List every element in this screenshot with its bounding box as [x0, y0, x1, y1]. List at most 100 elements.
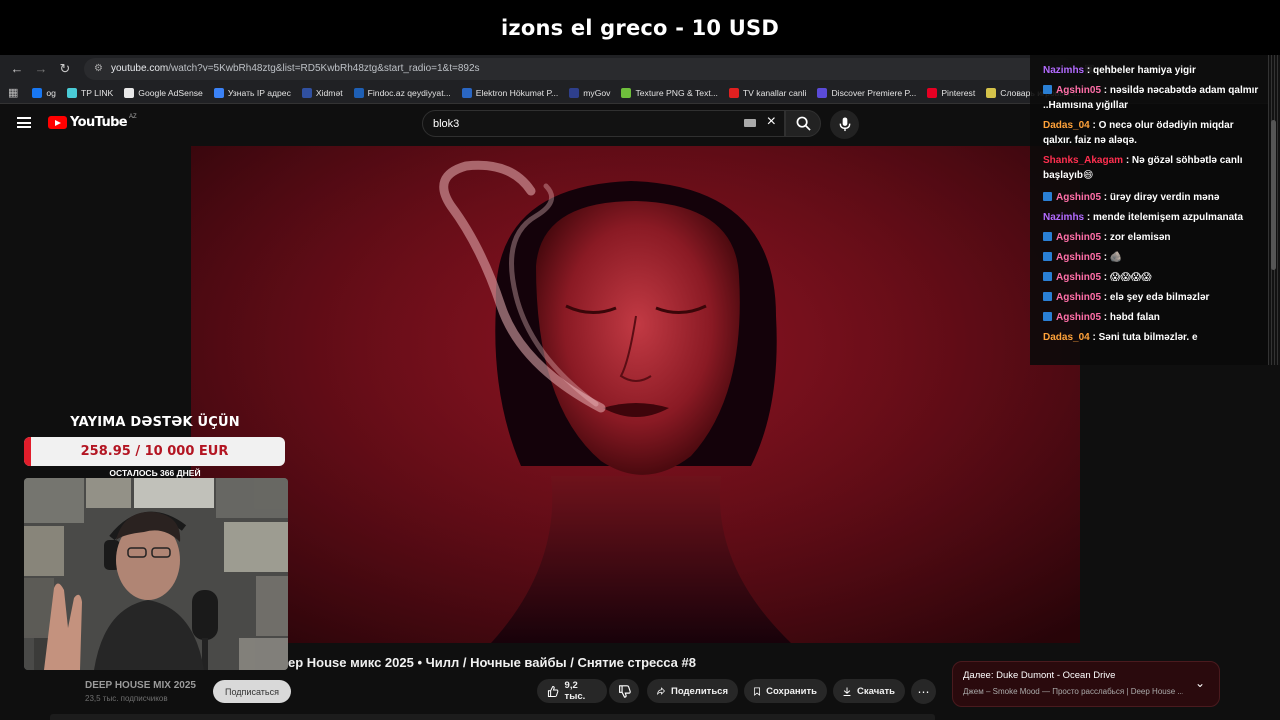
- download-label: Скачать: [857, 685, 895, 697]
- chat-username: Shanks_Akagam: [1043, 155, 1124, 166]
- bookmark-favicon-icon: [32, 87, 43, 98]
- chat-message: Nazimhs : qehbeler hamiya yigir: [1043, 63, 1263, 78]
- chat-message: Agshin05 : nəsildə nəcabətdə adam qalmır…: [1043, 83, 1263, 113]
- youtube-logo[interactable]: YouTube AZ: [48, 113, 137, 130]
- bookmark-label: TP LINK: [80, 87, 114, 98]
- chat-message: Agshin05 : həbd falan: [1043, 310, 1263, 325]
- share-button[interactable]: Поделиться: [647, 679, 738, 703]
- bookmark-item[interactable]: Xidmət: [301, 87, 343, 98]
- bookmark-label: TV kanallar canli: [742, 87, 807, 98]
- bookmark-item[interactable]: Elektron Hökumət P...: [461, 87, 559, 98]
- bookmark-item[interactable]: Pinterest: [927, 87, 975, 98]
- like-count: 9,2 тыс.: [564, 680, 586, 702]
- chat-username: Agshin05: [1056, 312, 1102, 323]
- thumbs-down-icon: [618, 684, 631, 698]
- search-button[interactable]: [785, 110, 821, 137]
- webcam-image: [24, 478, 288, 670]
- dislike-button[interactable]: [609, 679, 639, 703]
- menu-icon[interactable]: [17, 117, 31, 128]
- bookmark-label: Узнать IP адрес: [227, 87, 291, 98]
- bookmark-item[interactable]: Texture PNG & Text...: [621, 87, 718, 98]
- region-code: AZ: [129, 113, 137, 120]
- chat-username: Agshin05: [1056, 85, 1102, 96]
- bookmark-label: Google AdSense: [138, 87, 203, 98]
- clear-search-icon[interactable]: ×: [767, 113, 776, 131]
- apps-grid-icon[interactable]: ▦: [8, 86, 18, 99]
- site-info-icon[interactable]: ⚙: [94, 63, 103, 74]
- chat-badge-icon: [1043, 272, 1052, 281]
- chat-message-text: : ürəy dirəy verdin mənə: [1101, 192, 1220, 203]
- url-path: /watch?v=5KwbRh48ztg&list=RD5KwbRh48ztg&…: [168, 63, 480, 74]
- chat-message: Agshin05 : 🪨: [1043, 250, 1263, 265]
- chat-message-text: : həbd falan: [1101, 312, 1160, 323]
- chat-username: Dadas_04: [1043, 332, 1090, 343]
- chat-username: Nazimhs: [1043, 65, 1085, 76]
- up-next-panel[interactable]: Далее: Duke Dumont - Ocean Drive Джем – …: [952, 661, 1220, 707]
- bookmark-item[interactable]: og: [32, 87, 56, 98]
- bookmark-label: Xidmət: [315, 87, 343, 98]
- chat-message-text: : 🪨: [1101, 252, 1123, 263]
- chat-message-text: : mende itelemişem azpulmanata: [1084, 212, 1244, 223]
- bookmark-item[interactable]: Discover Premiere P...: [817, 87, 917, 98]
- up-next-title: Далее: Duke Dumont - Ocean Drive: [963, 670, 1116, 681]
- chat-username: Agshin05: [1056, 192, 1102, 203]
- bookmark-item[interactable]: TP LINK: [66, 87, 114, 98]
- reload-button[interactable]: ↻: [54, 58, 76, 80]
- chat-message: Dadas_04 : O necə olur ödədiyin miqdar q…: [1043, 118, 1263, 148]
- like-button[interactable]: 9,2 тыс.: [537, 679, 607, 703]
- video-player[interactable]: [191, 146, 1080, 643]
- donation-alert-text: izons el greco - 10 USD: [501, 15, 779, 40]
- back-button[interactable]: ←: [6, 58, 28, 80]
- bookmark-favicon-icon: [66, 87, 77, 98]
- chat-message-text: : Səni tuta bilməzlər. e: [1089, 332, 1198, 343]
- share-label: Поделиться: [670, 685, 728, 697]
- bookmark-item[interactable]: Google AdSense: [124, 87, 203, 98]
- donation-progress-bar: 258.95 / 10 000 EUR: [24, 437, 285, 466]
- video-frame-image: [191, 146, 1080, 643]
- streamer-webcam: [24, 478, 288, 670]
- subscribe-button[interactable]: Подписаться: [213, 680, 291, 703]
- bookmark-label: og: [46, 87, 56, 98]
- chat-username: Agshin05: [1056, 232, 1102, 243]
- address-bar[interactable]: ⚙ youtube.com/watch?v=5KwbRh48ztg&list=R…: [84, 57, 1074, 80]
- chat-username: Dadas_04: [1043, 120, 1090, 131]
- page-scrollbar[interactable]: [1271, 120, 1276, 270]
- chat-badge-icon: [1043, 312, 1052, 321]
- bookmark-favicon-icon: [569, 87, 580, 98]
- chevron-down-icon[interactable]: ⌄: [1195, 676, 1205, 690]
- chat-message: Shanks_Akagam : Nə gözəl söhbətlə canlı …: [1043, 153, 1263, 183]
- chat-message: Agshin05 : ürəy dirəy verdin mənə: [1043, 190, 1263, 205]
- more-actions-button[interactable]: ⋯: [911, 679, 936, 704]
- bookmark-label: Discover Premiere P...: [831, 87, 917, 98]
- youtube-logo-text: YouTube: [70, 115, 128, 130]
- forward-button[interactable]: →: [30, 58, 52, 80]
- chat-username: Agshin05: [1056, 252, 1102, 263]
- chat-badge-icon: [1043, 252, 1052, 261]
- channel-name[interactable]: DEEP HOUSE MIX 2025: [85, 680, 196, 691]
- bookmark-favicon-icon: [817, 87, 828, 98]
- youtube-play-icon: [48, 116, 67, 129]
- bookmark-item[interactable]: Узнать IP адрес: [213, 87, 291, 98]
- voice-search-button[interactable]: [830, 110, 859, 139]
- bookmark-favicon-icon: [124, 87, 135, 98]
- bookmark-item[interactable]: TV kanallar canli: [728, 87, 807, 98]
- bookmark-label: Findoc.az qeydiyyat...: [367, 87, 451, 98]
- chat-badge-icon: [1043, 192, 1052, 201]
- save-button[interactable]: Сохранить: [744, 679, 827, 703]
- download-button[interactable]: Скачать: [833, 679, 905, 703]
- donation-alert-banner: izons el greco - 10 USD: [0, 0, 1280, 55]
- chat-username: Agshin05: [1056, 272, 1102, 283]
- bookmark-item[interactable]: myGov: [569, 87, 611, 98]
- chat-badge-icon: [1043, 232, 1052, 241]
- bookmark-label: myGov: [583, 87, 611, 98]
- chat-message-text: : 😱😱😱😱: [1101, 272, 1152, 283]
- url-domain: youtube.com: [110, 63, 169, 74]
- chat-message: Nazimhs : mende itelemişem azpulmanata: [1043, 210, 1263, 225]
- bookmark-label: Elektron Hökumət P...: [475, 87, 559, 98]
- search-icon: [796, 116, 811, 131]
- chat-badge-icon: [1043, 292, 1052, 301]
- keyboard-icon[interactable]: [744, 119, 756, 127]
- search-input[interactable]: blok3 ×: [422, 110, 785, 137]
- bookmark-item[interactable]: Findoc.az qeydiyyat...: [353, 87, 451, 98]
- bookmark-favicon-icon: [213, 87, 224, 98]
